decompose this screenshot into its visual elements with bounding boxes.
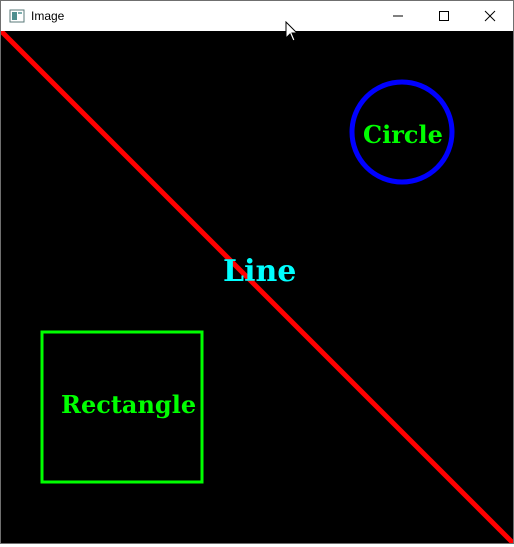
close-icon [484,7,496,26]
title-bar[interactable]: Image [1,1,513,31]
window-title: Image [31,9,65,23]
maximize-icon [438,7,450,26]
circle-label: Circle [363,120,443,149]
image-canvas: Circle Line Rectangle [0,29,514,545]
rectangle-label: Rectangle [61,390,196,419]
minimize-button[interactable] [375,1,421,31]
line-label: Line [223,254,296,289]
mouse-pointer-icon [285,20,299,43]
maximize-button[interactable] [421,1,467,31]
close-button[interactable] [467,1,513,31]
window-controls [375,1,513,31]
image-window: Image Circle Line Rectangle [0,0,514,545]
image-window-icon [9,8,25,24]
drawing-surface: Circle Line Rectangle [0,29,514,545]
minimize-icon [392,7,404,26]
